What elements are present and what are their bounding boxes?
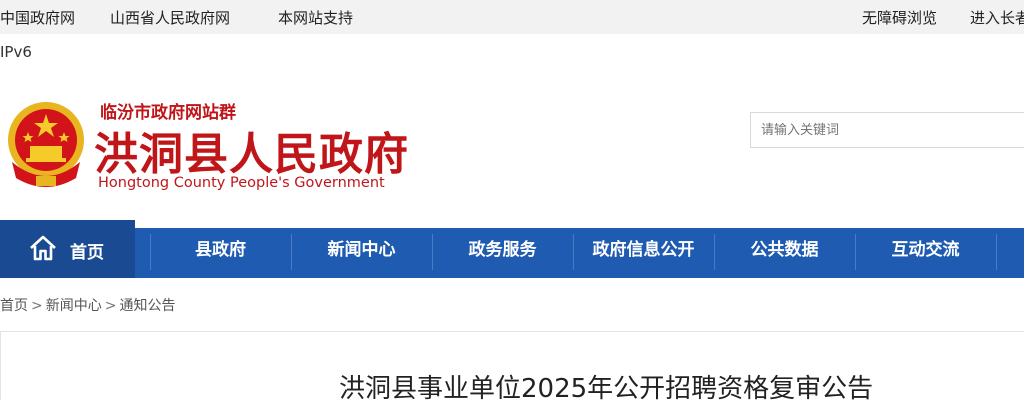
link-china-gov[interactable]: 中国政府网 [0,7,75,28]
nav-home-label: 首页 [70,243,104,263]
breadcrumb-separator: > [104,298,117,314]
article-title: 洪洞县事业单位2025年公开招聘资格复审公告 [339,374,874,404]
site-subtitle-en: Hongtong County People's Government [98,175,385,191]
national-emblem-icon [8,102,84,187]
nav-divider [996,234,997,270]
breadcrumb-notices[interactable]: 通知公告 [119,298,175,314]
article-panel: 洪洞县事业单位2025年公开招聘资格复审公告 [0,331,1024,404]
breadcrumb-separator: > [31,298,43,314]
main-nav: 首页 县政府 新闻中心 政务服务 政府信息公开 公共数据 互动交流 [0,220,1024,278]
nav-item-info-disclosure[interactable]: 政府信息公开 [573,228,714,278]
link-shanxi-gov[interactable]: 山西省人民政府网 [110,7,230,28]
nav-item-gov-services[interactable]: 政务服务 [432,228,573,278]
nav-item-interaction[interactable]: 互动交流 [855,228,996,278]
link-elder-mode[interactable]: 进入长者 [970,7,1024,28]
top-bar: 中国政府网 山西省人民政府网 本网站支持 无障碍浏览 进入长者 [0,0,1024,34]
nav-item-news[interactable]: 新闻中心 [291,228,432,278]
breadcrumb: 首页 > 新闻中心 > 通知公告 [0,295,175,315]
nav-item-public-data[interactable]: 公共数据 [714,228,855,278]
link-site-support[interactable]: 本网站支持 [278,7,353,28]
breadcrumb-home[interactable]: 首页 [0,298,28,314]
nav-home[interactable]: 首页 [0,220,135,278]
link-accessibility[interactable]: 无障碍浏览 [862,7,937,28]
home-icon [30,235,56,261]
ipv6-label: IPv6 [0,43,32,61]
site-title[interactable]: 洪洞县人民政府 [94,118,409,182]
search-input[interactable] [750,112,1024,148]
breadcrumb-news[interactable]: 新闻中心 [46,298,102,314]
nav-item-county-gov[interactable]: 县政府 [150,228,291,278]
